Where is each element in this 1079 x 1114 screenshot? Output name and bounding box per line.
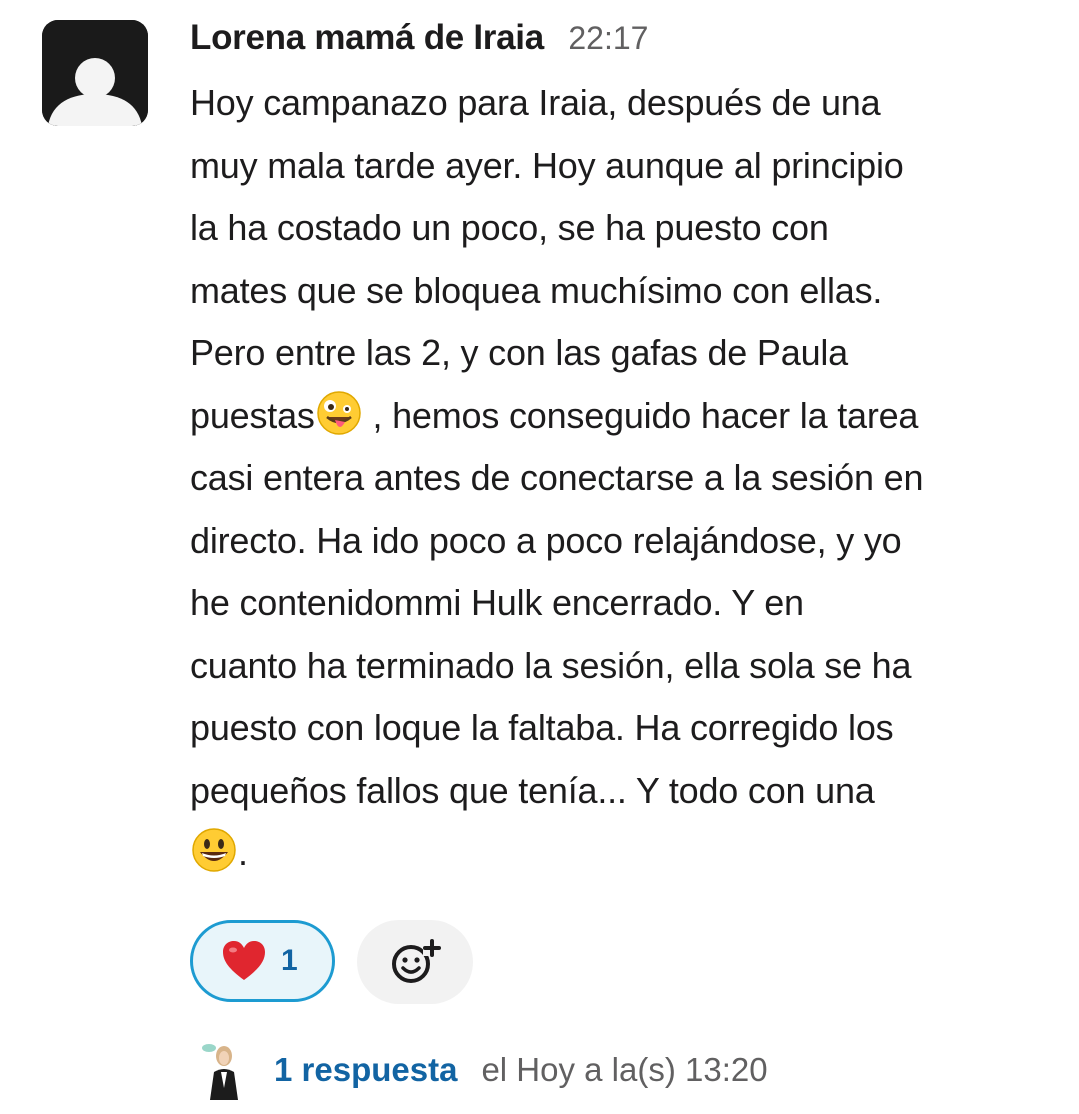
message-line: .: [190, 822, 1050, 885]
message-timestamp[interactable]: 22:17: [568, 20, 648, 56]
message-line: directo. Ha ido poco a poco relajándose,…: [190, 519, 902, 561]
author-name[interactable]: Lorena mamá de Iraia: [190, 18, 544, 57]
message-line: Pero entre las 2, y con las gafas de Pau…: [190, 332, 849, 373]
message-line: Hoy campanazo para Iraia, después de una: [190, 82, 881, 123]
message-line-text: , hemos conseguido hacer la tarea: [362, 394, 919, 436]
last-reply-time: el Hoy a la(s) 13:20: [481, 1051, 768, 1088]
message-line: puesto con loque la faltaba. Ha corregid…: [190, 707, 894, 748]
default-user-icon: [42, 20, 148, 126]
message-line-text: .: [238, 832, 248, 873]
add-reaction-icon: [392, 939, 441, 983]
message-line: casi entera antes de conectarse a la ses…: [190, 457, 924, 498]
reply-count-link[interactable]: 1 respuesta: [274, 1051, 457, 1089]
thread-summary[interactable]: 1 respuesta el Hoy a la(s) 13:20: [200, 1040, 768, 1100]
message-line: he contenidommi Hulk encerrado. Y en: [190, 582, 804, 623]
replier-avatar[interactable]: [200, 1040, 248, 1100]
message-body: Hoy campanazo para Iraia, después de una…: [190, 72, 1050, 885]
reactions-bar: 1: [190, 920, 473, 1004]
add-reaction-button[interactable]: [357, 920, 473, 1004]
message-header: Lorena mamá de Iraia 22:17: [190, 18, 648, 66]
message-line: cuanto ha terminado la sesión, ella sola…: [190, 644, 912, 686]
grinning-face-emoji: [192, 828, 236, 872]
red-heart-emoji: [223, 941, 265, 980]
reaction-count: 1: [281, 944, 298, 977]
message-line: puestas , hemos conseguido hacer la tare…: [190, 385, 1050, 448]
zany-face-emoji: [316, 390, 361, 435]
message-line: la ha costado un poco, se ha puesto con: [190, 207, 829, 248]
message-line-text: puestas: [190, 394, 315, 436]
message-line: pequeños fallos que tenía... Y todo con …: [190, 769, 875, 811]
author-avatar[interactable]: [42, 20, 148, 126]
message-line: muy mala tarde ayer. Hoy aunque al princ…: [190, 144, 904, 186]
heart-reaction-button[interactable]: 1: [190, 920, 335, 1002]
message-line: mates que se bloquea muchísimo con ellas…: [190, 269, 883, 311]
